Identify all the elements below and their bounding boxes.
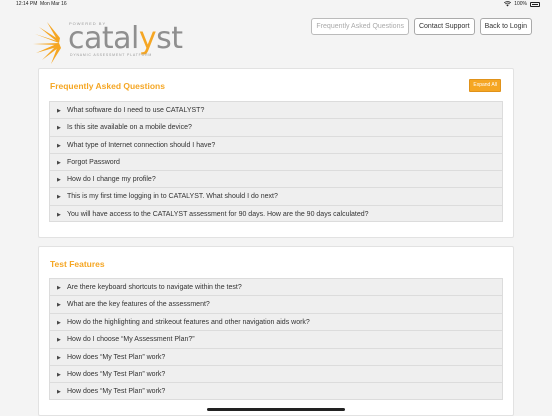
test-question-item[interactable]: ▶ How does “My Test Plan” work?	[49, 347, 503, 365]
faq-question-item[interactable]: ▶ What software do I need to use CATALYST…	[49, 101, 503, 119]
test-features-panel: Test Features ▶ Are there keyboard shortc…	[38, 246, 514, 416]
triangle-right-icon: ▶	[57, 354, 61, 361]
triangle-right-icon: ▶	[57, 319, 61, 326]
test-question-item[interactable]: ▶ How do I choose “My Assessment Plan?”	[49, 330, 503, 348]
catalyst-logo[interactable]: POWERED BY catalyst DYNAMIC ASSESSMENT P…	[33, 20, 183, 66]
triangle-right-icon: ▶	[57, 177, 61, 184]
header: POWERED BY catalyst DYNAMIC ASSESSMENT P…	[0, 8, 552, 66]
wifi-icon	[504, 1, 512, 7]
battery-percent: 100%	[514, 1, 527, 7]
faq-panel-title: Frequently Asked Questions	[50, 81, 165, 91]
logo-tagline: DYNAMIC ASSESSMENT PLATFORM	[70, 53, 153, 57]
faq-question-list: ▶ What software do I need to use CATALYST…	[49, 101, 503, 223]
triangle-right-icon: ▶	[57, 302, 61, 309]
triangle-right-icon: ▶	[57, 108, 61, 114]
faq-question-item[interactable]: ▶ Forgot Password	[49, 152, 503, 171]
triangle-right-icon: ▶	[57, 159, 61, 166]
contact-support-button[interactable]: Contact Support	[413, 18, 475, 35]
home-indicator[interactable]	[207, 408, 345, 411]
status-time: 12:14 PM	[16, 1, 38, 7]
expand-all-button[interactable]: Expand All	[469, 79, 501, 92]
triangle-right-icon: ▶	[57, 211, 61, 218]
triangle-right-icon: ▶	[57, 142, 61, 149]
test-question-item[interactable]: ▶ How do the highlighting and strikeout f…	[49, 312, 503, 331]
header-nav: Frequently Asked Questions Contact Suppo…	[311, 18, 532, 35]
battery-icon	[530, 1, 540, 7]
back-to-login-button[interactable]: Back to Login	[479, 18, 532, 35]
logo-wordmark: catalyst	[68, 21, 183, 56]
test-question-item[interactable]: ▶ Are there keyboard shortcuts to navigat…	[49, 278, 503, 296]
test-features-title: Test Features	[50, 259, 105, 269]
faq-question-item[interactable]: ▶ You will have access to the CATALYST as…	[49, 204, 503, 223]
status-date: Mon Mar 16	[40, 1, 67, 7]
triangle-right-icon: ▶	[57, 389, 61, 396]
triangle-right-icon: ▶	[57, 371, 61, 378]
test-question-list: ▶ Are there keyboard shortcuts to navigat…	[49, 278, 503, 400]
status-bar: 12:14 PM Mon Mar 16 100%	[0, 0, 552, 8]
faq-question-item[interactable]: ▶ How do I change my profile?	[49, 170, 503, 188]
triangle-right-icon: ▶	[57, 194, 61, 201]
faq-question-item[interactable]: ▶ Is this site available on a mobile devi…	[49, 118, 503, 136]
triangle-right-icon: ▶	[57, 125, 61, 132]
triangle-right-icon: ▶	[57, 337, 61, 344]
faq-question-item[interactable]: ▶ What type of Internet connection should…	[49, 135, 503, 153]
triangle-right-icon: ▶	[57, 285, 61, 291]
faq-button[interactable]: Frequently Asked Questions	[311, 18, 409, 35]
test-question-item[interactable]: ▶ How does “My Test Plan” work?	[49, 364, 503, 383]
faq-panel: Frequently Asked Questions Expand All ▶ W…	[38, 68, 514, 238]
starburst-logo-icon	[33, 22, 61, 64]
test-question-item[interactable]: ▶ What are the key features of the assess…	[49, 295, 503, 313]
faq-question-item[interactable]: ▶ This is my first time logging in to CAT…	[49, 187, 503, 205]
test-question-item[interactable]: ▶ How does “My Test Plan” work?	[49, 382, 503, 400]
status-right: 100%	[504, 0, 540, 8]
